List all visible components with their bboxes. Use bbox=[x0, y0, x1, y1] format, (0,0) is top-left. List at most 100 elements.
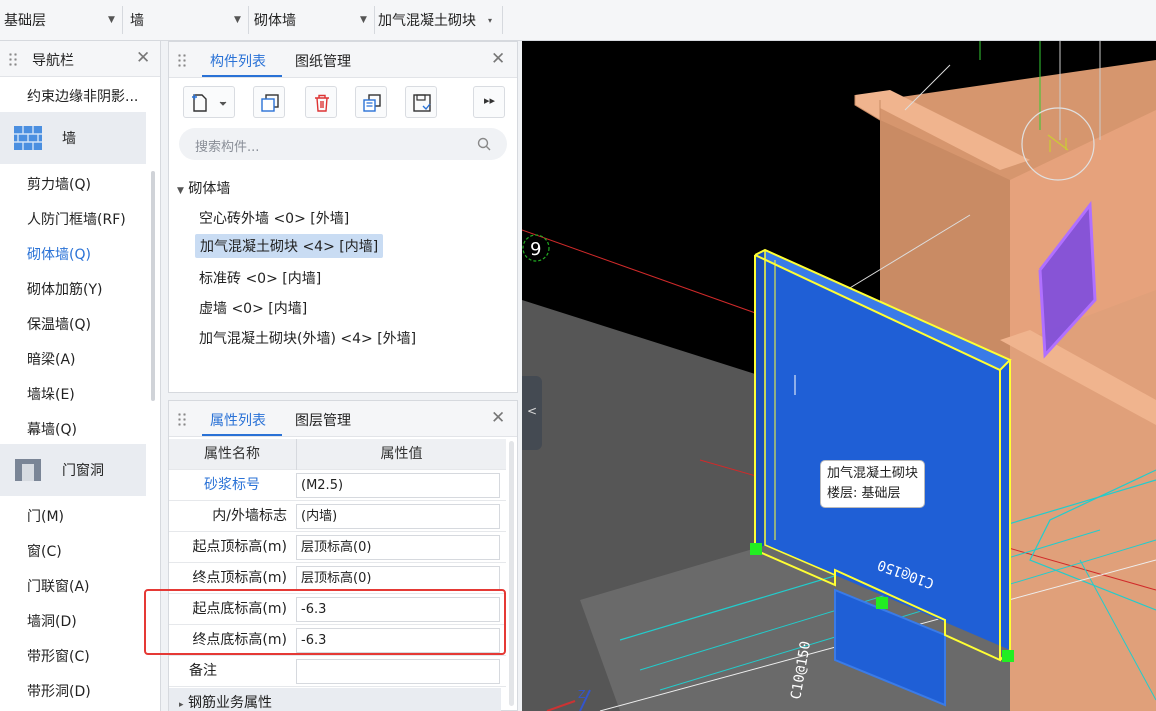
property-name-start-top: 起点顶标高(m) bbox=[192, 539, 287, 555]
axis-label-9: 9 bbox=[530, 239, 541, 260]
copy-icon bbox=[261, 94, 279, 112]
category-select-value: 墙 bbox=[130, 13, 144, 29]
tree-item-selected[interactable]: 加气混凝土砌块 <4> [内墙] bbox=[195, 234, 384, 258]
property-value-start-top[interactable]: 层顶标高(0) bbox=[296, 535, 500, 560]
chevron-down-icon: ▼ bbox=[108, 15, 115, 25]
tab-property-list[interactable]: 属性列表 bbox=[210, 410, 266, 430]
nav-group-wall-label: 墙 bbox=[62, 131, 76, 147]
property-panel: 属性列表 图层管理 ✕ 属性名称 属性值 砂浆标号 (M2.5) 内/外墙标志 … bbox=[168, 400, 518, 711]
trash-icon bbox=[315, 94, 329, 112]
nav-item-strip-opening[interactable]: 带形洞(D) bbox=[27, 681, 91, 701]
panel-collapse-handle[interactable]: < bbox=[522, 376, 542, 450]
save-component-button[interactable] bbox=[405, 86, 437, 118]
more-tools-button[interactable]: ▸▸ bbox=[473, 86, 505, 118]
property-name-end-top: 终点顶标高(m) bbox=[192, 570, 287, 586]
property-header-row: 属性名称 属性值 bbox=[169, 439, 506, 470]
component-tooltip: 加气混凝土砌块 楼层: 基础层 bbox=[820, 460, 926, 508]
nav-group-door-label: 门窗洞 bbox=[62, 463, 104, 479]
property-value-mortar[interactable]: (M2.5) bbox=[296, 473, 500, 498]
nav-item-window[interactable]: 窗(C) bbox=[27, 541, 62, 561]
nav-item-hidden-beam[interactable]: 暗梁(A) bbox=[27, 349, 76, 369]
wall-brick-icon bbox=[14, 126, 42, 150]
chevron-left-icon: < bbox=[527, 404, 538, 418]
property-row: 终点底标高(m) -6.3 bbox=[169, 625, 506, 656]
tab-drawing-management[interactable]: 图纸管理 bbox=[295, 51, 351, 71]
new-component-button[interactable] bbox=[183, 86, 235, 118]
tree-group-label: 砌体墙 bbox=[188, 181, 231, 197]
tree-item[interactable]: 标准砖 <0> [内墙] bbox=[199, 268, 321, 288]
property-panel-header: 属性列表 图层管理 ✕ bbox=[169, 401, 517, 437]
search-icon bbox=[477, 137, 491, 151]
property-group-rebar[interactable]: ▸ 钢筋业务属性 bbox=[169, 688, 501, 711]
property-name-start-bottom: 起点底标高(m) bbox=[192, 601, 287, 617]
property-name-wall-type: 内/外墙标志 bbox=[212, 508, 287, 524]
type-select[interactable]: 砌体墙 ▼ bbox=[250, 0, 374, 40]
chevron-down-icon: ▾ bbox=[488, 16, 493, 25]
column-header-value: 属性值 bbox=[296, 439, 506, 470]
nav-item-curtain-wall[interactable]: 幕墙(Q) bbox=[27, 419, 77, 439]
property-value-end-top[interactable]: 层顶标高(0) bbox=[296, 566, 500, 591]
tree-item[interactable]: 加气混凝土砌块(外墙) <4> [外墙] bbox=[199, 328, 416, 348]
property-group-label: 钢筋业务属性 bbox=[187, 695, 272, 711]
tree-group-masonry[interactable]: ▼ 砌体墙 bbox=[177, 178, 230, 198]
property-value-remark[interactable] bbox=[296, 659, 500, 684]
copy-component-button[interactable] bbox=[253, 86, 285, 118]
component-select[interactable]: 加气混凝土砌块 ▾ bbox=[374, 0, 502, 40]
door-opening-icon bbox=[15, 459, 41, 481]
model-canvas[interactable]: 9 C10@150 C10@150 Z bbox=[522, 41, 1156, 711]
tree-item[interactable]: 虚墙 <0> [内墙] bbox=[199, 298, 307, 318]
nav-item-door-window[interactable]: 门联窗(A) bbox=[27, 576, 90, 596]
floor-select[interactable]: 基础层 ▼ bbox=[0, 0, 122, 40]
chevron-down-icon: ▼ bbox=[177, 186, 184, 196]
save-icon bbox=[413, 94, 431, 112]
nav-item-shear-wall[interactable]: 剪力墙(Q) bbox=[27, 174, 91, 194]
search-input[interactable]: 搜索构件... bbox=[179, 128, 507, 160]
new-file-icon bbox=[192, 94, 227, 112]
nav-item-strip-window[interactable]: 带形窗(C) bbox=[27, 646, 90, 666]
nav-group-door-window[interactable]: 门窗洞 bbox=[0, 444, 146, 496]
double-chevron-right-icon: ▸▸ bbox=[484, 94, 496, 107]
nav-item-pilaster[interactable]: 墙垛(E) bbox=[27, 384, 75, 404]
close-icon[interactable]: ✕ bbox=[491, 49, 505, 69]
property-row: 备注 bbox=[169, 656, 506, 687]
drag-grip-icon[interactable] bbox=[8, 52, 18, 66]
search-placeholder: 搜索构件... bbox=[195, 140, 260, 155]
nav-item-civil-defense-wall[interactable]: 人防门框墙(RF) bbox=[27, 209, 126, 229]
close-icon[interactable]: ✕ bbox=[491, 408, 505, 428]
close-icon[interactable]: ✕ bbox=[136, 48, 150, 68]
component-list-panel: 构件列表 图纸管理 ✕ ▸▸ 搜索构件... ▼ 砌体墙 空心砖外墙 <0> [… bbox=[168, 41, 518, 393]
nav-item-masonry-rebar[interactable]: 砌体加筋(Y) bbox=[27, 279, 102, 299]
floor-selector-bar: 基础层 ▼ 墙 ▼ 砌体墙 ▼ 加气混凝土砌块 ▾ bbox=[0, 0, 1156, 41]
nav-item-insulation-wall[interactable]: 保温墙(Q) bbox=[27, 314, 91, 334]
chevron-down-icon: ▼ bbox=[360, 15, 367, 25]
nav-scrollbar[interactable] bbox=[151, 171, 155, 401]
tab-layer-management[interactable]: 图层管理 bbox=[295, 410, 351, 430]
drag-grip-icon[interactable] bbox=[177, 53, 187, 67]
property-row: 起点底标高(m) -6.3 bbox=[169, 594, 506, 625]
nav-item-boundary[interactable]: 约束边缘非阴影... bbox=[27, 86, 138, 106]
property-value-wall-type[interactable]: (内墙) bbox=[296, 504, 500, 529]
property-row: 终点顶标高(m) 层顶标高(0) bbox=[169, 563, 506, 594]
3d-viewport[interactable]: 9 C10@150 C10@150 Z bbox=[522, 41, 1156, 711]
property-name-remark: 备注 bbox=[189, 663, 217, 679]
navigation-title: 导航栏 bbox=[32, 53, 74, 69]
nav-item-door[interactable]: 门(M) bbox=[27, 506, 64, 526]
property-scrollbar[interactable] bbox=[509, 441, 514, 706]
type-select-value: 砌体墙 bbox=[254, 13, 296, 29]
delete-component-button[interactable] bbox=[305, 86, 337, 118]
component-panel-header: 构件列表 图纸管理 ✕ bbox=[169, 42, 517, 78]
nav-item-wall-opening[interactable]: 墙洞(D) bbox=[27, 611, 77, 631]
property-name-mortar[interactable]: 砂浆标号 bbox=[169, 470, 295, 501]
property-value-end-bottom[interactable]: -6.3 bbox=[296, 628, 500, 653]
nav-item-masonry-wall[interactable]: 砌体墙(Q) bbox=[27, 244, 91, 264]
property-name-end-bottom: 终点底标高(m) bbox=[192, 632, 287, 648]
category-select[interactable]: 墙 ▼ bbox=[126, 0, 248, 40]
property-row: 起点顶标高(m) 层顶标高(0) bbox=[169, 532, 506, 563]
nav-group-wall[interactable]: 墙 bbox=[0, 112, 146, 164]
duplicate-layer-button[interactable] bbox=[355, 86, 387, 118]
tab-component-list[interactable]: 构件列表 bbox=[210, 51, 266, 71]
drag-grip-icon[interactable] bbox=[177, 412, 187, 426]
chevron-down-icon: ▼ bbox=[234, 15, 241, 25]
tree-item[interactable]: 空心砖外墙 <0> [外墙] bbox=[199, 208, 349, 228]
property-value-start-bottom[interactable]: -6.3 bbox=[296, 597, 500, 622]
